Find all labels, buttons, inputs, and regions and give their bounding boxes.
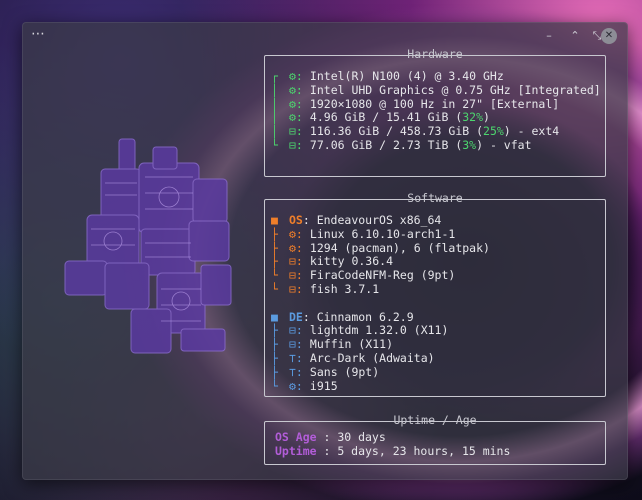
uptime-value: : 5 days, 23 hours, 15 mins [316,443,511,458]
cpu-value: Intel(R) N100 (4) @ 3.40 GHz [303,69,504,83]
software-title: Software [407,191,463,205]
tree-branch: ├ [271,254,278,269]
system-font-row: ├ ⊤: Sans (9pt) [271,364,490,380]
memory-value: 4.96 GiB / 15.41 GiB ( [303,110,463,125]
display-icon: ⚙: [289,96,303,111]
font-icon: ⊟: [289,268,303,283]
tree-branch: ├ [271,323,278,338]
terminal-window[interactable]: ⋯ – ⌃ ⤡ ✕ Hardware ┌ ⚙: Intel(R) N100 (4… [22,22,628,480]
packages-row: ├ ⚙: 1294 (pacman), 6 (flatpak) [271,240,490,256]
tree-branch: ├ [271,226,278,241]
driver-row: └ ⚙: i915 [271,378,490,394]
uptime-title: Uptime / Age [393,413,477,427]
gpu-row: │ ⚙: Intel UHD Graphics @ 0.75 GHz [Integ… [271,82,601,98]
packages-value: 1294 (pacman), 6 (flatpak) [303,240,490,255]
de-label: DE [289,309,303,324]
title-bar[interactable]: ⋯ – ⌃ ⤡ ✕ [23,23,627,49]
tree-branch: ├ [271,240,278,255]
shell-value: fish 3.7.1 [303,281,380,296]
uptime-panel: Uptime / Age OS Age : 30 days Uptime : 5… [264,413,606,465]
disk-root-suffix: ) - ext4 [503,124,560,139]
software-panel: Software ■ OS: EndeavourOS x86_64 ├ ⚙: Li… [264,191,606,397]
kernel-row: ├ ⚙: Linux 6.10.10-arch1-1 [271,226,490,242]
terminal-font-row: └ ⊟: FiraCodeNFM-Reg (9pt) [271,268,490,283]
expand-icon[interactable]: ⌃ [567,28,583,44]
memory-percent: 32% [462,110,484,125]
disk-icon: ⊟: [289,124,303,139]
memory-icon: ⚙: [289,110,303,125]
display-row: │ ⚙: 1920×1080 @ 100 Hz in 27" [External] [271,96,601,112]
tree-branch: └ [271,281,278,296]
kernel-value: Linux 6.10.10-arch1-1 [303,226,456,241]
hardware-panel: Hardware ┌ ⚙: Intel(R) N100 (4) @ 3.40 GH… [264,47,606,177]
tree-branch: │ [271,110,278,125]
theme-icon: ⊤: [289,350,303,365]
theme-value: Arc-Dark (Adwaita) [303,350,435,365]
driver-icon: ⚙: [289,378,303,393]
terminal-font-value: FiraCodeNFM-Reg (9pt) [303,268,456,283]
terminal-icon: ⊟: [289,254,303,269]
gpu-icon: ⚙: [289,82,303,97]
uptime-row: Uptime : 5 days, 23 hours, 15 mins [275,443,511,459]
disk-external-percent: 3% [462,137,477,152]
display-manager-row: ├ ⊟: lightdm 1.32.0 (X11) [271,323,490,338]
tree-branch: │ [271,124,278,139]
cpu-row: ┌ ⚙: Intel(R) N100 (4) @ 3.40 GHz [271,69,601,84]
hardware-title: Hardware [407,47,463,61]
terminal-content[interactable]: Hardware ┌ ⚙: Intel(R) N100 (4) @ 3.40 GH… [23,47,627,479]
disk-external-suffix: ) - vfat [476,137,532,152]
driver-value: i915 [303,378,338,393]
close-icon[interactable]: ✕ [601,28,617,44]
theme-row: ├ ⊤: Arc-Dark (Adwaita) [271,350,490,366]
os-label: OS [289,213,303,227]
os-square-icon: ■ [271,213,285,227]
gpu-value: Intel UHD Graphics @ 0.75 GHz [Integrate… [303,82,601,97]
window-manager-value: Muffin (X11) [303,337,394,352]
window-manager-icon: ⊟: [289,337,303,352]
de-value: : Cinnamon 6.2.9 [302,309,414,324]
uptime-label: Uptime [275,443,317,458]
tree-branch: ├ [271,350,278,365]
tree-branch: └ [271,268,278,283]
disk-external-value: 77.06 GiB / 2.73 TiB ( [303,137,463,152]
tree-branch: └ [271,137,278,152]
terminal-value: kitty 0.36.4 [303,254,394,269]
os-age-value: : 30 days [316,430,386,444]
packages-icon: ⚙: [289,240,303,255]
memory-suffix: ) [483,110,490,125]
tree-branch: │ [271,96,278,111]
os-value: : EndeavourOS x86_64 [302,213,442,227]
disk-external-row: └ ⊟: 77.06 GiB / 2.73 TiB (3%) - vfat [271,137,601,153]
font-icon: ⊤: [289,364,303,379]
de-square-icon: ■ [271,309,285,324]
tree-branch: ├ [271,364,278,379]
cpu-icon: ⚙: [289,69,303,83]
terminal-row: ├ ⊟: kitty 0.36.4 [271,254,490,269]
disk-root-value: 116.36 GiB / 458.73 GiB ( [303,124,484,139]
tree-branch: ┌ [271,69,278,83]
menu-dots-icon[interactable]: ⋯ [31,26,46,42]
kernel-icon: ⚙: [289,226,303,241]
tree-branch: └ [271,378,278,393]
display-manager-value: lightdm 1.32.0 (X11) [303,323,449,338]
window-manager-row: ├ ⊟: Muffin (X11) [271,337,490,352]
tree-branch: │ [271,82,278,97]
os-age-row: OS Age : 30 days [275,430,510,445]
os-row: ■ OS: EndeavourOS x86_64 [271,213,490,228]
minimize-icon[interactable]: – [541,28,557,44]
mecha-logo-art [64,138,232,354]
disk-root-row: │ ⊟: 116.36 GiB / 458.73 GiB (25%) - ext4 [271,124,601,139]
shell-row: └ ⊟: fish 3.7.1 [271,281,490,297]
de-row: ■ DE: Cinnamon 6.2.9 [271,309,490,325]
disk-icon: ⊟: [289,137,303,152]
tree-branch: ├ [271,337,278,352]
shell-icon: ⊟: [289,281,303,296]
os-age-label: OS Age [275,430,317,444]
system-font-value: Sans (9pt) [303,364,380,379]
memory-row: │ ⚙: 4.96 GiB / 15.41 GiB (32%) [271,110,601,125]
display-manager-icon: ⊟: [289,323,303,338]
disk-root-percent: 25% [483,124,504,139]
display-value: 1920×1080 @ 100 Hz in 27" [External] [303,96,560,111]
